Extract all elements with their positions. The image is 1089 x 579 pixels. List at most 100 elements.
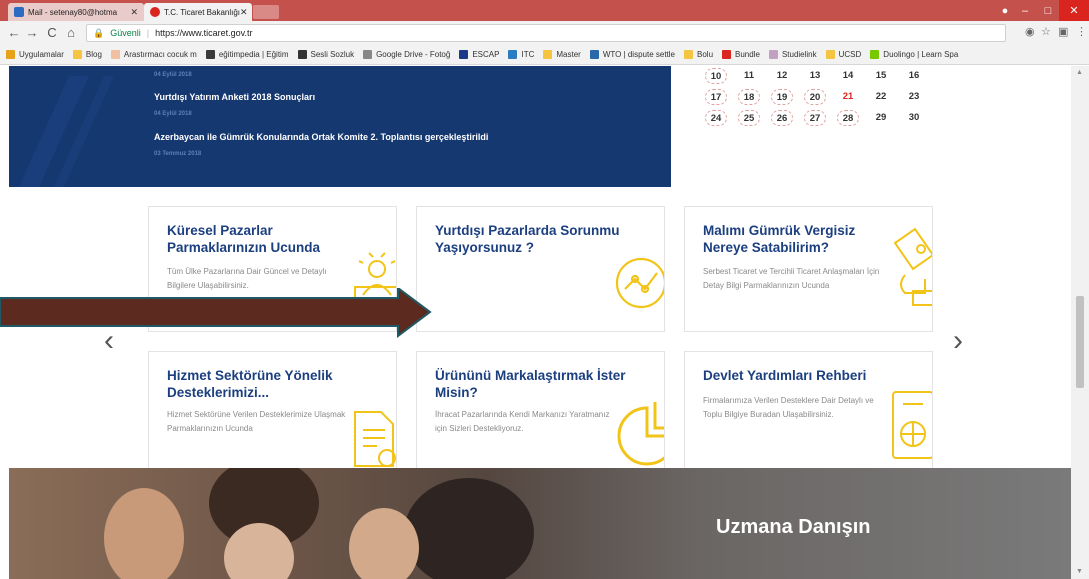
- site-icon: [297, 50, 307, 59]
- calendar-day[interactable]: 10: [705, 68, 727, 84]
- card-text: Serbest Ticaret ve Tercihli Ticaret Anla…: [703, 267, 880, 290]
- close-tab-icon[interactable]: ✕: [130, 7, 138, 18]
- bookmark-item[interactable]: Bolu: [684, 50, 713, 59]
- scrollbar-thumb[interactable]: [1076, 296, 1084, 388]
- card-title: Devlet Yardımları Rehberi: [703, 368, 867, 383]
- card-text: Firmalarımıza Verilen Desteklere Dair De…: [703, 396, 874, 419]
- calendar-day[interactable]: 25: [738, 110, 760, 126]
- tab-mail[interactable]: Mail - setenay80@hotma ✕: [8, 3, 144, 21]
- card-title: Yurtdışı Pazarlarda Sorunmu Yaşıyorsunuz…: [435, 223, 620, 255]
- bookmark-item[interactable]: eğitimpedia | Eğitim: [205, 50, 289, 59]
- person-image: [349, 508, 419, 579]
- news-link[interactable]: Yurtdışı Yatırım Anketi 2018 Sonuçları: [154, 92, 315, 102]
- bookmark-item[interactable]: Master: [543, 50, 581, 59]
- calendar-day[interactable]: 11: [738, 68, 760, 84]
- carousel-next-button[interactable]: ›: [953, 324, 963, 358]
- card-branding[interactable]: Ürününü Markalaştırmak İster Misin? İhra…: [416, 351, 665, 477]
- bookmark-label: UCSD: [838, 50, 862, 59]
- reload-icon[interactable]: C: [44, 25, 60, 41]
- bookmark-item[interactable]: Duolingo | Learn Spa: [870, 50, 958, 59]
- outlook-icon: [14, 7, 24, 17]
- calendar-day[interactable]: 24: [705, 110, 727, 126]
- bookmark-item[interactable]: WTO | dispute settle: [589, 50, 675, 59]
- close-tab-icon[interactable]: ✕: [240, 7, 248, 18]
- card-duty-free-export[interactable]: Malımı Gümrük Vergisiz Nereye Satabiliri…: [684, 206, 933, 332]
- bookmark-item[interactable]: Google Drive - Fotoğ: [363, 50, 450, 59]
- calendar-day[interactable]: 17: [705, 89, 727, 105]
- bookmark-item[interactable]: Uygulamalar: [6, 50, 64, 59]
- calendar-day[interactable]: 14: [837, 68, 859, 84]
- star-icon[interactable]: ☆: [1041, 25, 1051, 38]
- home-icon[interactable]: ⌂: [63, 25, 79, 41]
- calendar-day[interactable]: 18: [738, 89, 760, 105]
- bookmark-label: Bolu: [697, 50, 714, 59]
- page-icon: [363, 50, 373, 59]
- calendar-day[interactable]: 19: [771, 89, 793, 105]
- annotation-arrow-icon: [0, 288, 432, 338]
- tab-ticaret[interactable]: T.C. Ticaret Bakanlığı ✕: [144, 3, 252, 21]
- news-date: 03 Temmuz 2018: [154, 151, 202, 157]
- secure-label: Güvenli: [110, 28, 141, 38]
- calendar-day[interactable]: 21: [837, 89, 859, 105]
- bookmark-item[interactable]: Studielink: [768, 50, 817, 59]
- menu-icon[interactable]: ⋮: [1076, 25, 1087, 38]
- bookmark-item[interactable]: Arastırmacı cocuk m: [110, 50, 197, 59]
- card-foreign-market-problems[interactable]: Yurtdışı Pazarlarda Sorunmu Yaşıyorsunuz…: [416, 206, 665, 332]
- calendar-day[interactable]: 20: [804, 89, 826, 105]
- new-tab-button[interactable]: [253, 5, 279, 19]
- bookmark-item[interactable]: UCSD: [825, 50, 862, 59]
- page-scrollbar[interactable]: ▲ ▼: [1071, 66, 1089, 579]
- folder-icon: [825, 50, 835, 59]
- bookmark-item[interactable]: Blog: [72, 50, 102, 59]
- back-icon[interactable]: ←: [6, 25, 22, 41]
- bookmark-item[interactable]: ESCAP: [459, 50, 499, 59]
- screen: Mail - setenay80@hotma ✕ T.C. Ticaret Ba…: [0, 0, 1089, 579]
- address-bar[interactable]: 🔒 Güvenli | https://www.ticaret.gov.tr: [86, 24, 1006, 42]
- duolingo-icon: [870, 50, 880, 59]
- bookmark-label: ITC: [521, 50, 535, 59]
- window-close-icon[interactable]: ✕: [1059, 0, 1089, 21]
- card-title: Ürününü Markalaştırmak İster Misin?: [435, 368, 626, 400]
- scroll-down-icon[interactable]: ▼: [1076, 568, 1083, 575]
- card-state-aid-guide[interactable]: Devlet Yardımları Rehberi Firmalarımıza …: [684, 351, 933, 477]
- calendar-day[interactable]: 16: [903, 68, 925, 84]
- bookmark-label: Bundle: [735, 50, 760, 59]
- card-service-sector[interactable]: Hizmet Sektörüne Yönelik Desteklerimizi.…: [148, 351, 397, 477]
- bookmark-label: Master: [556, 50, 581, 59]
- folder-icon: [543, 50, 553, 59]
- bookmark-label: eğitimpedia | Eğitim: [218, 50, 289, 59]
- expert-banner-title: Uzmana Danışın: [716, 516, 871, 538]
- calendar-day[interactable]: 26: [771, 110, 793, 126]
- news-link[interactable]: Azerbaycan ile Gümrük Konularında Ortak …: [154, 132, 488, 142]
- forward-icon[interactable]: →: [24, 25, 40, 41]
- calendar-day[interactable]: 12: [771, 68, 793, 84]
- extension-icon[interactable]: ◉: [1025, 25, 1035, 38]
- bookmark-item[interactable]: ITC: [508, 50, 534, 59]
- calendar-day[interactable]: 27: [804, 110, 826, 126]
- decorative-stripes: [19, 76, 114, 187]
- calendar-day[interactable]: 30: [903, 110, 925, 126]
- scroll-up-icon[interactable]: ▲: [1076, 69, 1083, 76]
- browser-toolbar: ← → C ⌂ 🔒 Güvenli | https://www.ticaret.…: [0, 21, 1089, 45]
- bookmark-item[interactable]: Sesli Sozluk: [297, 50, 354, 59]
- extension-icon[interactable]: ▣: [1058, 25, 1068, 38]
- wto-icon: [589, 50, 599, 59]
- calendar-day[interactable]: 13: [804, 68, 826, 84]
- tab-title: T.C. Ticaret Bakanlığı: [164, 7, 241, 17]
- card-title: Küresel Pazarlar Parmaklarınızın Ucunda: [167, 223, 321, 255]
- card-text: İhracat Pazarlarında Kendi Markanızı Yar…: [435, 410, 610, 433]
- bundle-icon: [722, 50, 732, 59]
- bookmark-item[interactable]: Bundle: [722, 50, 760, 59]
- folder-icon: [684, 50, 693, 59]
- calendar-day[interactable]: 22: [870, 89, 892, 105]
- expert-banner[interactable]: Uzmana Danışın: [9, 468, 1071, 579]
- calendar-day[interactable]: 29: [870, 110, 892, 126]
- calendar-day[interactable]: 23: [903, 89, 925, 105]
- bookmark-label: Duolingo | Learn Spa: [883, 50, 959, 59]
- calendar-day[interactable]: 15: [870, 68, 892, 84]
- tab-title: Mail - setenay80@hotma: [28, 7, 118, 17]
- news-date: 04 Eylül 2018: [154, 72, 192, 78]
- folder-icon: [72, 50, 82, 59]
- bookmark-label: Blog: [85, 50, 102, 59]
- calendar-day[interactable]: 28: [837, 110, 859, 126]
